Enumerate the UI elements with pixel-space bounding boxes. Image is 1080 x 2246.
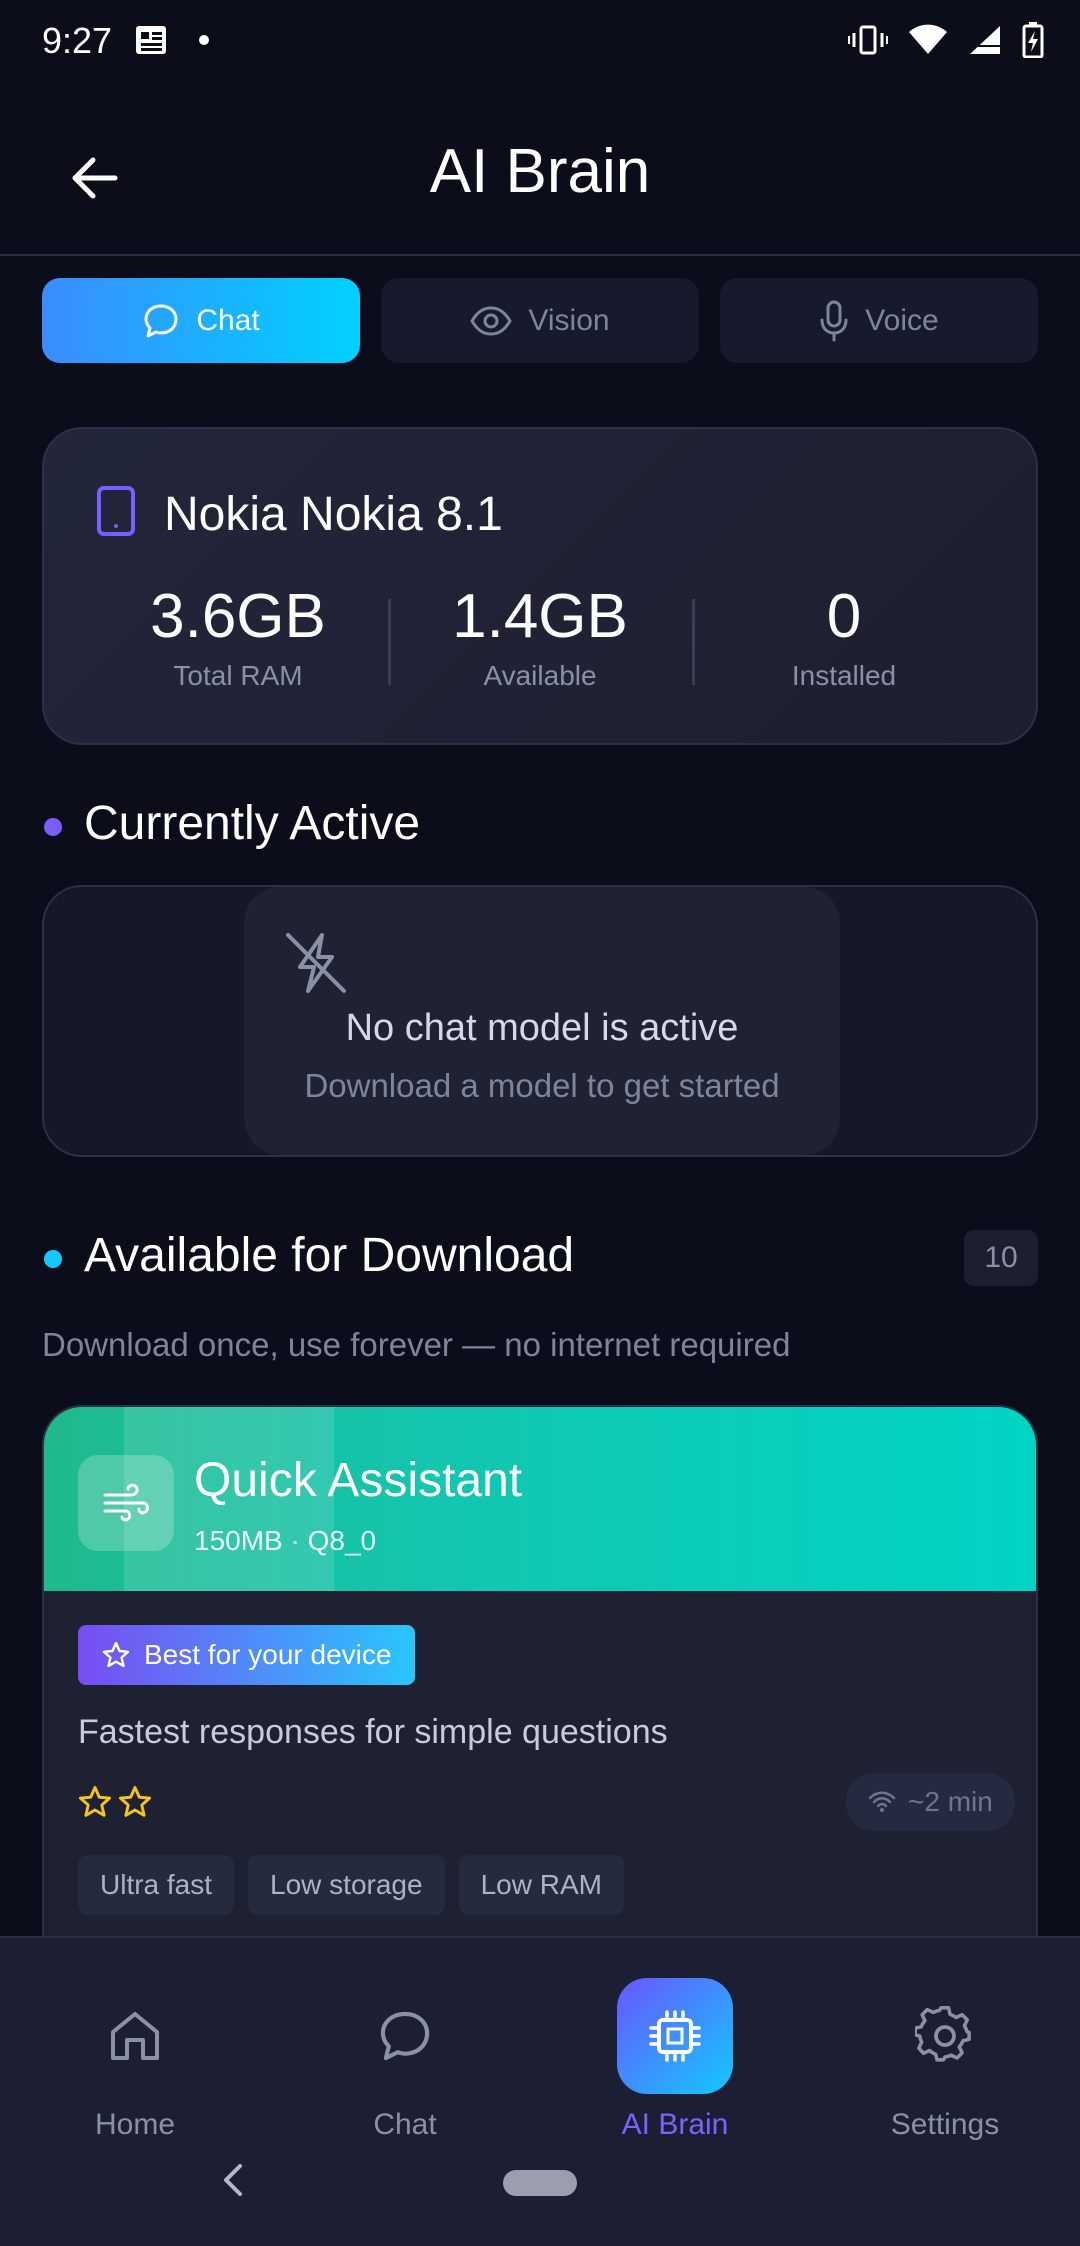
empty-state-subtitle: Download a model to get started xyxy=(304,1067,780,1104)
page-title: AI Brain xyxy=(429,137,651,206)
phone-icon xyxy=(97,486,135,536)
star-outline-icon xyxy=(118,1785,152,1817)
model-tags: Ultra fast Low storage Low RAM xyxy=(78,1855,624,1915)
status-bar: 9:27 xyxy=(0,0,1080,86)
nav-item-home[interactable]: Home xyxy=(0,1978,270,2142)
status-system-icons xyxy=(848,22,1044,58)
wind-icon xyxy=(103,1483,149,1522)
section-title-download: Available for Download xyxy=(84,1229,575,1282)
nav-icon-wrap xyxy=(347,1978,463,2094)
model-meta: 150MB · Q8_0 xyxy=(194,1525,377,1556)
stat-value: 0 xyxy=(826,582,862,651)
device-info-card: Nokia Nokia 8.1 3.6GB Total RAM 1.4GB Av… xyxy=(42,427,1038,745)
download-time-chip: ~2 min xyxy=(846,1773,1015,1831)
tag-chip: Low storage xyxy=(248,1855,445,1915)
empty-state: No chat model is active Download a model… xyxy=(244,887,840,1155)
chat-bubble-icon xyxy=(144,304,178,337)
device-name: Nokia Nokia 8.1 xyxy=(164,488,503,541)
status-notifications xyxy=(134,24,210,56)
app-screen: 9:27 AI Brain Chat Vision Voice Nokia No… xyxy=(0,0,1080,2246)
cpu-chip-icon xyxy=(649,2010,701,2062)
stat-label: Available xyxy=(483,660,597,691)
nav-label: Settings xyxy=(890,2108,1000,2141)
nav-icon-wrap xyxy=(617,1978,733,2094)
stat-label: Total RAM xyxy=(173,660,303,691)
app-header: AI Brain xyxy=(0,86,1080,256)
nav-label: AI Brain xyxy=(621,2108,729,2141)
wifi-icon xyxy=(909,24,947,54)
cell-signal-icon xyxy=(970,26,1000,54)
tag-chip: Low RAM xyxy=(458,1855,624,1915)
stat-label: Installed xyxy=(791,660,897,691)
tab-voice[interactable]: Voice xyxy=(720,278,1038,363)
gear-icon xyxy=(915,2006,971,2062)
star-outline-icon xyxy=(102,1641,130,1668)
system-back-icon[interactable] xyxy=(218,2162,248,2198)
battery-charging-icon xyxy=(1022,22,1044,58)
best-device-badge: Best for your device xyxy=(78,1625,416,1685)
eye-icon xyxy=(470,305,513,336)
status-time: 9:27 xyxy=(42,20,113,61)
tab-vision-label: Vision xyxy=(528,303,610,337)
model-card[interactable]: Quick Assistant 150MB · Q8_0 Best for yo… xyxy=(42,1405,1038,1965)
best-device-badge-label: Best for your device xyxy=(144,1639,392,1670)
nav-label: Chat xyxy=(373,2108,437,2141)
active-model-card: No chat model is active Download a model… xyxy=(42,885,1038,1157)
tab-chat-label: Chat xyxy=(196,303,260,337)
nav-icon-wrap xyxy=(77,1978,193,2094)
bottom-navigation: Home Chat AI Brain Settings xyxy=(0,1936,1080,2246)
no-model-icon xyxy=(286,933,346,993)
home-gesture-pill[interactable] xyxy=(503,2170,577,2196)
tab-chat[interactable]: Chat xyxy=(42,278,360,363)
nav-icon-wrap xyxy=(887,1978,1003,2094)
stat-value: 3.6GB xyxy=(150,582,326,651)
rating-stars xyxy=(78,1785,152,1819)
tag-chip: Ultra fast xyxy=(78,1855,235,1915)
section-dot xyxy=(44,818,62,836)
nav-item-ai-brain[interactable]: AI Brain xyxy=(540,1978,810,2142)
model-description: Fastest responses for simple questions xyxy=(78,1713,668,1751)
microphone-icon xyxy=(820,300,848,341)
stat-total-ram: 3.6GB Total RAM xyxy=(88,581,388,692)
tab-voice-label: Voice xyxy=(865,303,939,337)
nav-item-settings[interactable]: Settings xyxy=(810,1978,1080,2142)
vibrate-icon xyxy=(848,25,888,55)
dot-icon xyxy=(199,35,209,45)
download-subtitle: Download once, use forever — no internet… xyxy=(42,1326,791,1363)
tab-vision[interactable]: Vision xyxy=(381,278,699,363)
star-outline-icon xyxy=(78,1785,112,1817)
section-title-active: Currently Active xyxy=(84,797,421,850)
empty-state-title: No chat model is active xyxy=(345,1007,739,1049)
model-name: Quick Assistant xyxy=(194,1454,523,1507)
nav-label: Home xyxy=(94,2108,176,2141)
section-dot xyxy=(44,1250,62,1268)
news-icon xyxy=(136,26,166,54)
wifi-icon xyxy=(868,1791,896,1812)
nav-item-chat[interactable]: Chat xyxy=(270,1978,540,2142)
chat-bubble-icon xyxy=(380,2011,430,2061)
stat-available: 1.4GB Available xyxy=(390,581,690,692)
download-time: ~2 min xyxy=(908,1786,993,1817)
stat-installed: 0 Installed xyxy=(694,581,994,692)
home-icon xyxy=(111,2012,159,2060)
model-icon-box xyxy=(78,1455,174,1551)
model-count-badge: 10 xyxy=(964,1230,1038,1286)
stat-value: 1.4GB xyxy=(452,582,628,651)
